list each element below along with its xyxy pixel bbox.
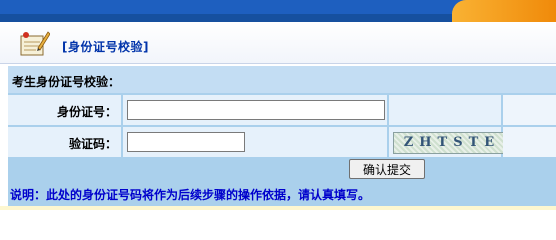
instruction-note: 说明：此处的身份证号码将作为后续步骤的操作依据，请认真填写。 (8, 182, 556, 204)
note-text: 说明：此处的身份证号码将作为后续步骤的操作依据，请认真填写。 (10, 188, 371, 202)
submit-button[interactable]: 确认提交 (349, 159, 425, 179)
section-title: 考生身份证号校验： (12, 75, 121, 89)
verification-form: 考生身份证号校验： 身份证号： 验证码： ZHTSTE 确认提交 说明：此处的身… (8, 66, 556, 206)
id-number-input[interactable] (127, 100, 385, 120)
page-title: [身份证号校验] (62, 40, 149, 54)
id-number-label: 身份证号： (56, 105, 117, 119)
captcha-image[interactable]: ZHTSTE (393, 132, 511, 154)
captcha-label: 验证码： (68, 137, 117, 151)
bottom-strip (0, 206, 556, 210)
id-number-row: 身份证号： (8, 95, 556, 125)
captcha-input[interactable] (127, 132, 245, 152)
form-section-header: 考生身份证号校验： (8, 66, 556, 93)
captcha-row: 验证码： ZHTSTE (8, 127, 556, 157)
notepad-pencil-icon (20, 31, 50, 56)
page-header: [身份证号校验] (0, 22, 556, 64)
submit-row: 确认提交 (8, 159, 556, 181)
banner-orange-tab (452, 0, 556, 22)
top-banner (0, 0, 556, 22)
